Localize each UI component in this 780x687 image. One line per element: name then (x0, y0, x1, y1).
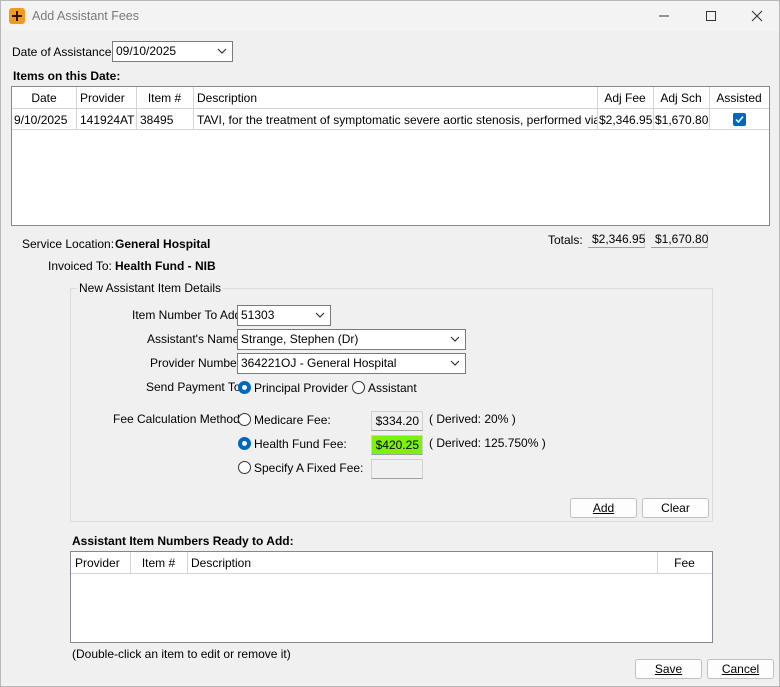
items-grid-header: Date Provider Item # Description Adj Fee… (12, 87, 769, 109)
cell-adj-sch: $1,670.80 (655, 113, 709, 127)
item-number-label: Item Number To Add (132, 308, 242, 322)
invoiced-to-label: Invoiced To: (48, 259, 112, 273)
totals-label: Totals: (548, 233, 583, 247)
fixed-fee-input[interactable] (371, 459, 423, 479)
column-header-item-number[interactable]: Item # (130, 552, 187, 574)
cell-provider: 141924AT (80, 113, 135, 127)
checkmark-icon (735, 116, 744, 124)
add-assistant-fees-window: Add Assistant Fees Date of Assistance 09… (0, 0, 780, 687)
total-adj-sch: $1,670.80 (651, 231, 708, 248)
radio-assistant-label[interactable]: Assistant (368, 381, 417, 395)
assistant-name-label: Assistant's Name (147, 332, 240, 346)
date-of-assistance-picker[interactable]: 09/10/2025 (112, 41, 233, 62)
health-fund-fee-value: $420.25 (371, 435, 423, 455)
column-header-fee[interactable]: Fee (657, 552, 712, 574)
radio-assistant[interactable] (352, 381, 365, 394)
chevron-down-icon (315, 312, 325, 318)
title-bar: Add Assistant Fees (1, 1, 779, 31)
medicare-fee-value: $334.20 (371, 411, 423, 431)
table-row[interactable]: 9/10/2025 141924AT 38495 TAVI, for the t… (12, 109, 769, 130)
ready-to-add-grid[interactable]: Provider Item # Description Fee (70, 551, 713, 643)
health-fund-fee-derived: ( Derived: 125.750% ) (429, 436, 546, 450)
column-divider (187, 552, 188, 574)
radio-medicare-fee[interactable] (238, 413, 251, 426)
assistant-name-select[interactable]: Strange, Stephen (Dr) (237, 329, 466, 350)
medicare-fee-derived: ( Derived: 20% ) (429, 412, 516, 426)
cancel-button-label: Cancel (721, 662, 760, 676)
add-button[interactable]: Add (570, 498, 637, 518)
column-header-provider[interactable]: Provider (71, 552, 130, 574)
clear-button-label: Clear (661, 501, 690, 515)
provider-number-select[interactable]: 364221OJ - General Hospital (237, 353, 466, 374)
items-grid[interactable]: Date Provider Item # Description Adj Fee… (11, 86, 770, 226)
save-button-label: Save (654, 662, 683, 676)
send-payment-label: Send Payment To (146, 380, 241, 394)
add-button-label: Add (592, 501, 615, 515)
minimize-icon[interactable] (651, 6, 677, 26)
radio-health-fund-fee-label[interactable]: Health Fund Fee: (254, 437, 347, 451)
cell-adj-fee: $2,346.95 (599, 113, 653, 127)
chevron-down-icon (450, 360, 460, 366)
column-header-description[interactable]: Description (187, 552, 657, 574)
radio-fixed-fee-label[interactable]: Specify A Fixed Fee: (254, 461, 363, 475)
cancel-button[interactable]: Cancel (707, 659, 774, 679)
items-on-date-heading: Items on this Date: (13, 69, 121, 83)
provider-number-label: Provider Number (150, 356, 241, 370)
radio-principal-provider[interactable] (238, 381, 251, 394)
clear-button[interactable]: Clear (642, 498, 709, 518)
app-icon (9, 8, 25, 24)
invoiced-to-value: Health Fund - NIB (115, 259, 216, 273)
column-divider (130, 552, 131, 574)
ready-grid-hint: (Double-click an item to edit or remove … (72, 647, 291, 661)
total-adj-fee: $2,346.95 (588, 231, 645, 248)
column-header-description[interactable]: Description (193, 87, 597, 109)
chevron-down-icon (217, 48, 227, 54)
date-of-assistance-value: 09/10/2025 (116, 44, 177, 58)
column-header-date[interactable]: Date (12, 87, 76, 109)
new-assistant-item-group (70, 288, 713, 522)
column-header-provider[interactable]: Provider (76, 87, 136, 109)
new-assistant-item-group-title: New Assistant Item Details (77, 281, 224, 295)
window-title: Add Assistant Fees (32, 9, 140, 23)
assistant-name-value: Strange, Stephen (Dr) (241, 332, 359, 346)
service-location-label: Service Location: (22, 237, 115, 251)
cell-description: TAVI, for the treatment of symptomatic s… (197, 113, 597, 127)
radio-health-fund-fee[interactable] (238, 437, 251, 450)
provider-number-value: 364221OJ - General Hospital (241, 356, 397, 370)
cell-item-number: 38495 (140, 113, 174, 127)
assisted-checkbox[interactable] (733, 113, 746, 126)
save-button[interactable]: Save (635, 659, 702, 679)
fee-method-label: Fee Calculation Method: (113, 412, 244, 426)
ready-grid-header: Provider Item # Description Fee (71, 552, 712, 574)
ready-to-add-heading: Assistant Item Numbers Ready to Add: (72, 534, 294, 548)
radio-medicare-fee-label[interactable]: Medicare Fee: (254, 413, 331, 427)
item-number-select[interactable]: 51303 (237, 305, 331, 326)
cell-date: 9/10/2025 (14, 113, 68, 127)
column-header-item-number[interactable]: Item # (136, 87, 193, 109)
date-of-assistance-label: Date of Assistance (12, 45, 112, 59)
close-icon[interactable] (744, 6, 770, 26)
maximize-icon[interactable] (698, 6, 724, 26)
service-location-value: General Hospital (115, 237, 211, 251)
item-number-value: 51303 (241, 308, 275, 322)
column-header-adj-sch[interactable]: Adj Sch (653, 87, 709, 109)
chevron-down-icon (450, 336, 460, 342)
radio-fixed-fee[interactable] (238, 461, 251, 474)
column-divider (657, 552, 658, 574)
column-header-assisted[interactable]: Assisted (709, 87, 769, 109)
column-header-adj-fee[interactable]: Adj Fee (597, 87, 653, 109)
radio-principal-provider-label[interactable]: Principal Provider (254, 381, 348, 395)
